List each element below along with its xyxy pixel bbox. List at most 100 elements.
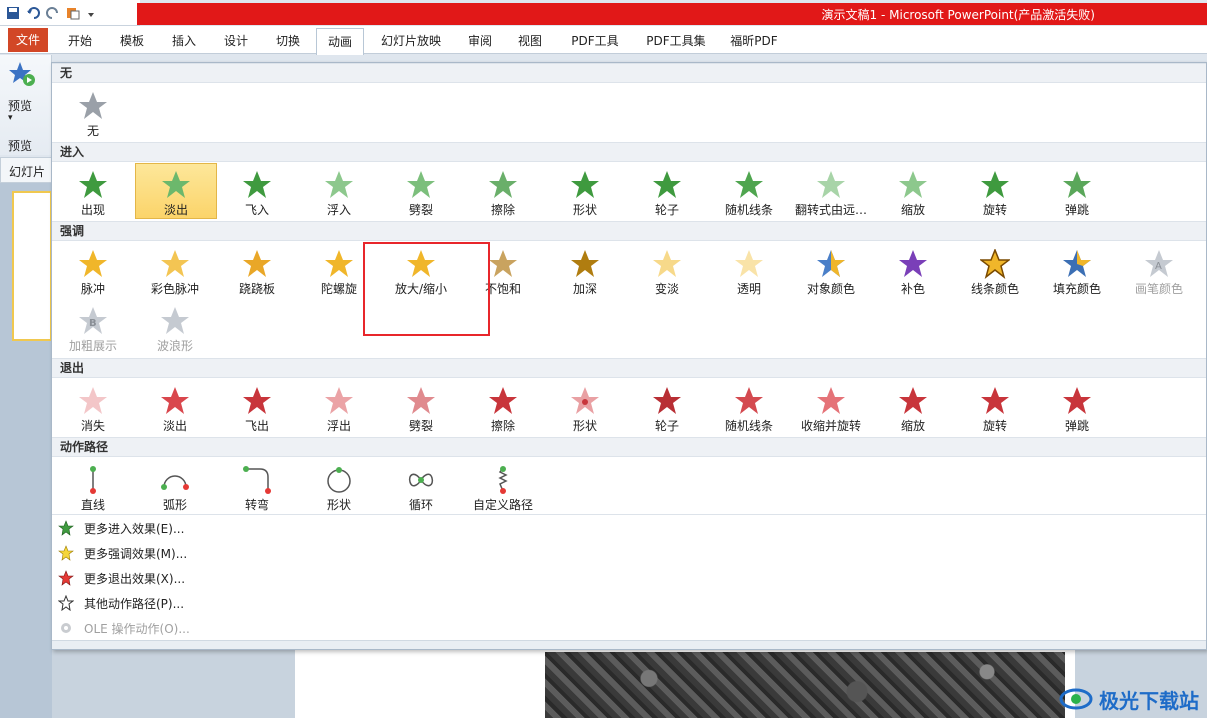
item-label: 线条颜色 (970, 282, 1019, 296)
emphasis-teeter[interactable]: 跷跷板 (216, 243, 298, 299)
exit-wheel[interactable]: 轮子 (626, 380, 708, 436)
entrance-fade[interactable]: 淡出 (135, 163, 217, 219)
chevron-down-icon[interactable]: ▾ (8, 113, 13, 123)
emphasis-complementary-color[interactable]: 补色 (872, 243, 954, 299)
item-label: 弹跳 (1064, 419, 1089, 433)
path-arcs[interactable]: 弧形 (134, 459, 216, 515)
item-label: 随机线条 (724, 203, 773, 217)
more-exit-effects[interactable]: 更多退出效果(X)... (58, 566, 185, 590)
emphasis-pulse[interactable]: 脉冲 (52, 243, 134, 299)
tab-animations[interactable]: 动画 (316, 28, 364, 55)
tab-pdf-tools[interactable]: PDF工具 (560, 28, 630, 54)
entrance-split[interactable]: 劈裂 (380, 164, 462, 220)
emphasis-object-color[interactable]: 对象颜色 (790, 243, 872, 299)
emphasis-darken[interactable]: 加深 (544, 243, 626, 299)
path-turns[interactable]: 转弯 (216, 459, 298, 515)
tab-design[interactable]: 设计 (214, 28, 258, 54)
emphasis-line-color[interactable]: 线条颜色 (954, 243, 1036, 299)
path-custom[interactable]: 自定义路径 (462, 459, 544, 515)
exit-fly-out[interactable]: 飞出 (216, 380, 298, 436)
tab-foxit-pdf[interactable]: 福昕PDF (722, 28, 786, 54)
exit-shape[interactable]: 形状 (544, 380, 626, 436)
exit-split[interactable]: 劈裂 (380, 380, 462, 436)
exit-swivel[interactable]: 旋转 (954, 380, 1036, 436)
entrance-wipe[interactable]: 擦除 (462, 164, 544, 220)
item-label: 加粗展示 (68, 339, 117, 353)
tab-home[interactable]: 开始 (58, 28, 102, 54)
tab-transitions[interactable]: 切换 (266, 28, 310, 54)
more-emphasis-effects[interactable]: 更多强调效果(M)... (58, 541, 187, 565)
item-label: 弧形 (162, 498, 187, 512)
star-red-icon (899, 387, 927, 414)
tab-insert[interactable]: 插入 (162, 28, 206, 54)
star-green-icon (571, 171, 599, 198)
gallery-resize-bar[interactable] (52, 640, 1206, 649)
entrance-shape[interactable]: 形状 (544, 164, 626, 220)
star-gray-icon: B (79, 307, 107, 334)
exit-zoom[interactable]: 缩放 (872, 380, 954, 436)
slide-image[interactable] (545, 652, 1065, 718)
tab-slideshow[interactable]: 幻灯片放映 (370, 28, 452, 54)
exit-disappear[interactable]: 消失 (52, 380, 134, 436)
entrance-grow-turn[interactable]: 翻转式由远… (790, 164, 872, 220)
save-icon[interactable] (6, 6, 20, 20)
window-title: 演示文稿1 - Microsoft PowerPoint(产品激活失败) (821, 8, 1095, 22)
entrance-bounce[interactable]: 弹跳 (1036, 164, 1118, 220)
exit-wipe[interactable]: 擦除 (462, 380, 544, 436)
tab-file[interactable]: 文件 (8, 28, 48, 52)
emphasis-fill-color[interactable]: 填充颜色 (1036, 243, 1118, 299)
custom-path-icon (498, 466, 508, 494)
tab-view[interactable]: 视图 (508, 28, 552, 54)
item-label: 对象颜色 (806, 282, 855, 296)
star-red-icon (735, 387, 763, 414)
slides-panel-tab[interactable]: 幻灯片 (0, 157, 52, 183)
exit-float-out[interactable]: 浮出 (298, 380, 380, 436)
more-motion-paths[interactable]: 其他动作路径(P)... (58, 591, 184, 615)
none-item[interactable]: 无 (52, 85, 134, 141)
path-loops[interactable]: 循环 (380, 459, 462, 515)
star-red-icon (981, 387, 1009, 414)
entrance-wheel[interactable]: 轮子 (626, 164, 708, 220)
exit-random-bars[interactable]: 随机线条 (708, 380, 790, 436)
exit-shrink-turn[interactable]: 收缩并旋转 (790, 380, 872, 436)
star-green-icon (489, 171, 517, 198)
new-slide-icon[interactable] (66, 6, 80, 20)
entrance-float-in[interactable]: 浮入 (298, 164, 380, 220)
tab-template[interactable]: 模板 (110, 28, 154, 54)
entrance-zoom[interactable]: 缩放 (872, 164, 954, 220)
emphasis-lighten[interactable]: 变淡 (626, 243, 708, 299)
path-lines[interactable]: 直线 (52, 459, 134, 515)
path-shapes[interactable]: 形状 (298, 459, 380, 515)
emphasis-color-pulse[interactable]: 彩色脉冲 (134, 243, 216, 299)
redo-icon[interactable] (46, 6, 60, 20)
emphasis-transparency[interactable]: 透明 (708, 243, 790, 299)
star-green-icon (981, 171, 1009, 198)
entrance-fly-in[interactable]: 飞入 (216, 164, 298, 220)
star-red-icon (407, 387, 435, 414)
star-red-icon (243, 387, 271, 414)
item-label: 擦除 (490, 203, 515, 217)
preview-button-label[interactable]: 预览 (8, 97, 32, 114)
more-entrance-effects[interactable]: 更多进入效果(E)... (58, 516, 184, 540)
undo-icon[interactable] (26, 6, 40, 20)
exit-fade[interactable]: 淡出 (134, 380, 216, 436)
preview-group-label: 预览 (8, 139, 33, 153)
star-gold-icon (325, 250, 353, 277)
svg-text:B: B (89, 318, 97, 329)
star-outline-icon (58, 595, 74, 611)
tab-pdf-toolset[interactable]: PDF工具集 (636, 28, 716, 54)
section-exit-header: 退出 (52, 358, 1206, 378)
customize-toolbar-icon[interactable] (86, 6, 100, 20)
exit-bounce[interactable]: 弹跳 (1036, 380, 1118, 436)
item-label: 出现 (80, 203, 105, 217)
loop-path-icon (408, 473, 434, 487)
preview-icon[interactable] (9, 61, 35, 87)
tab-review[interactable]: 审阅 (458, 28, 502, 54)
entrance-random-bars[interactable]: 随机线条 (708, 164, 790, 220)
star-green-icon (817, 171, 845, 198)
star-dark-gold-icon (571, 250, 599, 277)
entrance-appear[interactable]: 出现 (52, 164, 134, 220)
entrance-swivel[interactable]: 旋转 (954, 164, 1036, 220)
star-gray-icon (79, 92, 107, 119)
slide-thumbnail[interactable] (12, 191, 52, 341)
